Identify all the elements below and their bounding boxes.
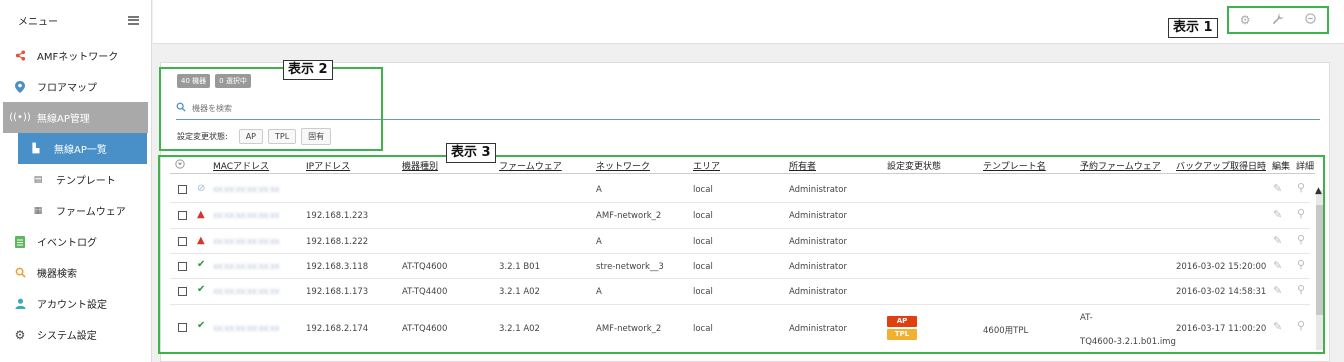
- sidebar-item-amf-network[interactable]: AMFネットワーク: [0, 40, 151, 71]
- sidebar-item-floor-map[interactable]: フロアマップ: [0, 71, 151, 102]
- sidebar: メニュー AMFネットワーク フロアマップ ((•)) 無線AP管理 ▙ 無線A…: [0, 0, 152, 362]
- sidebar-item-label: テンプレート: [56, 176, 116, 187]
- menu-title: メニュー: [18, 16, 58, 28]
- sidebar-item-firmware[interactable]: ▦ ファームウェア: [0, 195, 151, 226]
- document-icon: [14, 235, 26, 248]
- sidebar-item-device-search[interactable]: 機器検索: [0, 257, 151, 288]
- sidebar-item-label: 無線AP管理: [37, 114, 90, 125]
- sidebar-item-label: ファームウェア: [56, 207, 126, 218]
- sidebar-item-label: フロアマップ: [37, 83, 97, 94]
- highlight-box-2: [159, 67, 383, 151]
- sidebar-item-label: 無線AP一覧: [54, 145, 107, 156]
- wireless-icon: ((•)): [9, 112, 31, 123]
- template-icon: ▤: [33, 174, 43, 185]
- sidebar-item-system[interactable]: ⚙ システム設定: [0, 319, 151, 350]
- top-icons-group: ⚙: [1227, 6, 1329, 34]
- firmware-icon: ▦: [33, 205, 43, 216]
- hamburger-icon[interactable]: [128, 15, 139, 25]
- highlight-box-3: [158, 155, 1325, 354]
- callout-label-2: 表示 2: [283, 60, 333, 80]
- share-icon: [14, 50, 26, 62]
- top-bar: [153, 0, 1344, 44]
- settings-icon[interactable]: ⚙: [1240, 13, 1251, 27]
- menu-header: メニュー: [0, 0, 151, 40]
- sidebar-item-ap-list[interactable]: ▙ 無線AP一覧: [18, 133, 147, 164]
- callout-label-1: 表示 1: [1168, 18, 1218, 38]
- sidebar-item-label: アカウント設定: [37, 300, 107, 311]
- ap-list-icon: ▙: [32, 143, 40, 154]
- sidebar-item-label: AMFネットワーク: [37, 52, 119, 63]
- map-pin-icon: [14, 80, 26, 93]
- minus-circle-icon[interactable]: [1305, 13, 1316, 27]
- sidebar-item-label: システム設定: [37, 331, 97, 342]
- sidebar-item-event-log[interactable]: イベントログ: [0, 226, 151, 257]
- user-icon: [14, 298, 26, 310]
- gear-icon: ⚙: [14, 327, 26, 342]
- sidebar-item-label: イベントログ: [37, 238, 97, 249]
- search-icon: [14, 267, 26, 279]
- sidebar-item-wireless-ap[interactable]: ((•)) 無線AP管理: [3, 102, 148, 133]
- sidebar-item-template[interactable]: ▤ テンプレート: [0, 164, 151, 195]
- wrench-icon[interactable]: [1272, 13, 1284, 28]
- sidebar-item-label: 機器検索: [37, 269, 77, 280]
- callout-label-3: 表示 3: [446, 143, 496, 163]
- sidebar-item-account[interactable]: アカウント設定: [0, 288, 151, 319]
